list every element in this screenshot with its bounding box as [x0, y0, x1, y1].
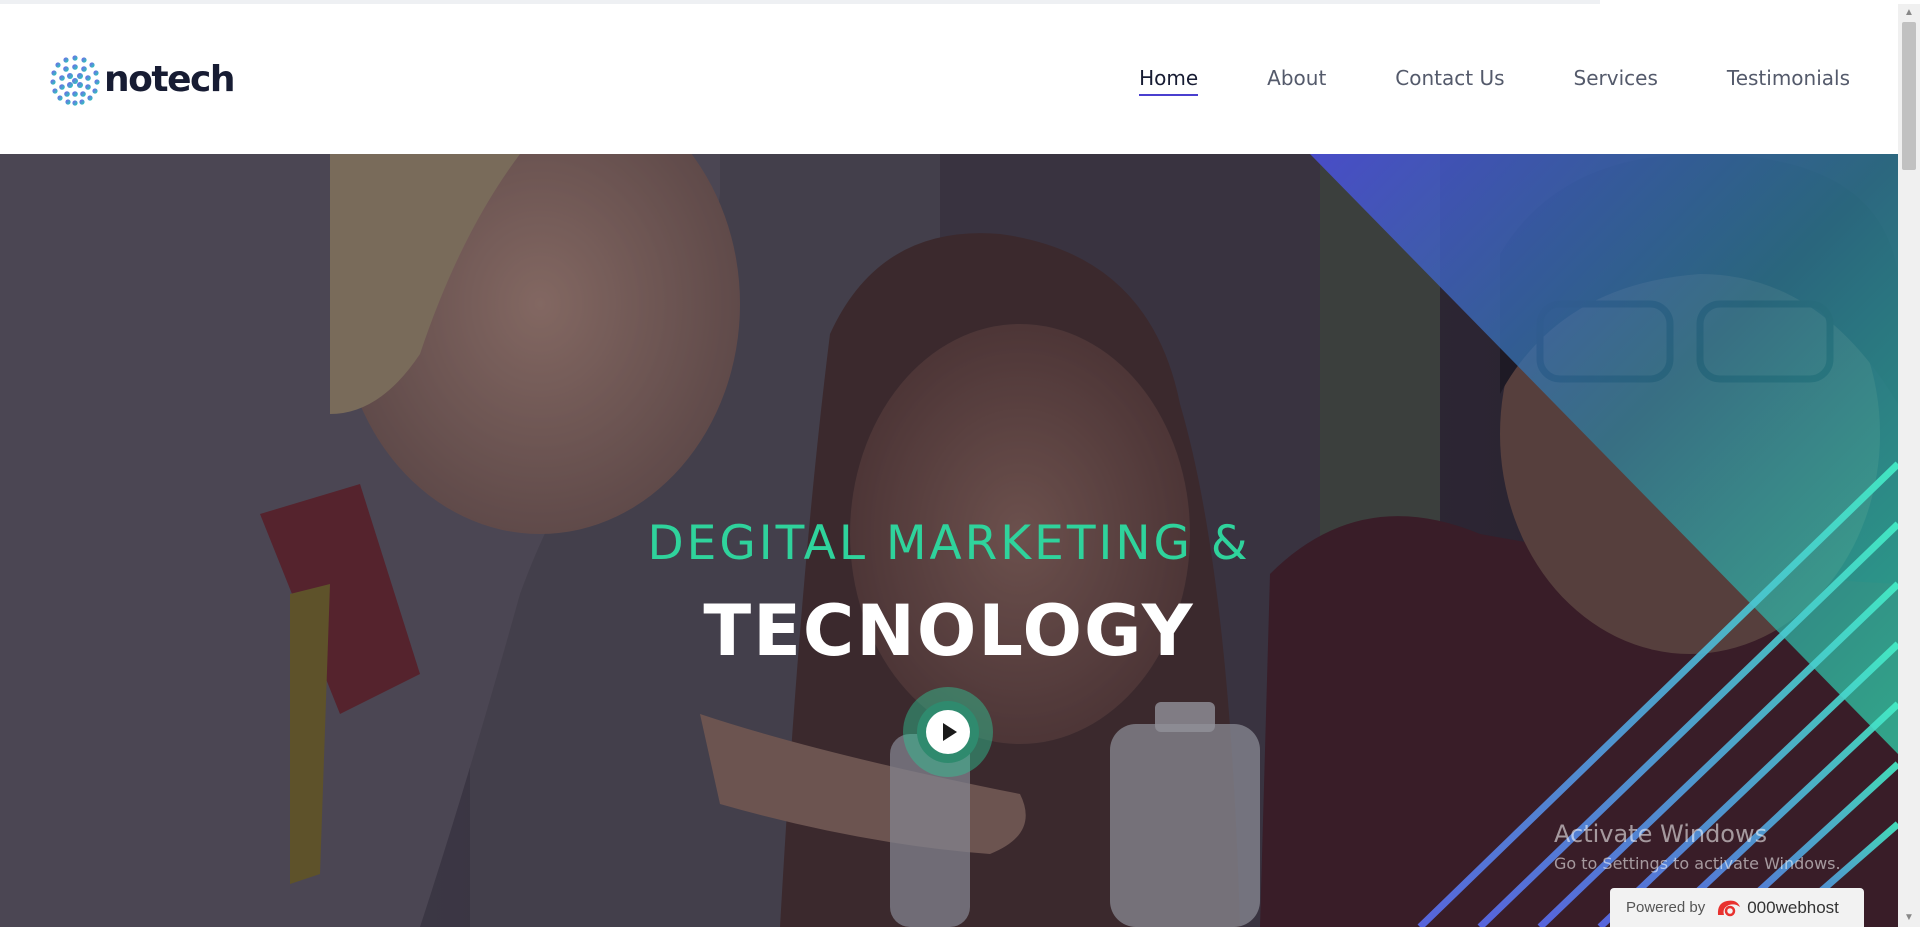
scroll-up-arrow-icon[interactable]: ▲ [1898, 4, 1920, 22]
main-nav: Home About Contact Us Services Testimoni… [1139, 66, 1850, 96]
webhost-logo-icon [1718, 900, 1741, 916]
activate-windows-title: Activate Windows [1554, 820, 1768, 848]
hero-title: TECNOLOGY [703, 590, 1195, 672]
play-video-button[interactable] [903, 687, 993, 777]
hero-banner: DEGITAL MARKETING & TECNOLOGY Activate W… [0, 154, 1898, 927]
powered-by-brand: 000webhost [1747, 897, 1839, 917]
powered-by-badge[interactable]: Powered by 000webhost [1610, 888, 1864, 927]
site-header: notech Home About Contact Us Services Te… [0, 4, 1898, 154]
activate-windows-hint: Go to Settings to activate Windows. [1554, 854, 1841, 873]
nav-contact-us[interactable]: Contact Us [1395, 66, 1504, 96]
windows-activation-watermark: Activate Windows Go to Settings to activ… [1554, 820, 1841, 873]
play-icon [943, 723, 957, 741]
nav-services[interactable]: Services [1574, 66, 1658, 96]
nav-about[interactable]: About [1267, 66, 1326, 96]
scroll-thumb[interactable] [1902, 22, 1916, 170]
nav-home[interactable]: Home [1139, 66, 1199, 96]
nav-testimonials[interactable]: Testimonials [1727, 66, 1850, 96]
vertical-scrollbar[interactable]: ▲ ▼ [1898, 4, 1920, 927]
logo-text: notech [104, 59, 235, 100]
hero-subtitle: DEGITAL MARKETING & [647, 516, 1251, 571]
dotted-globe-icon [50, 55, 100, 106]
powered-by-label: Powered by [1626, 899, 1706, 916]
scroll-down-arrow-icon[interactable]: ▼ [1898, 909, 1920, 927]
logo-link[interactable]: notech [49, 54, 235, 106]
